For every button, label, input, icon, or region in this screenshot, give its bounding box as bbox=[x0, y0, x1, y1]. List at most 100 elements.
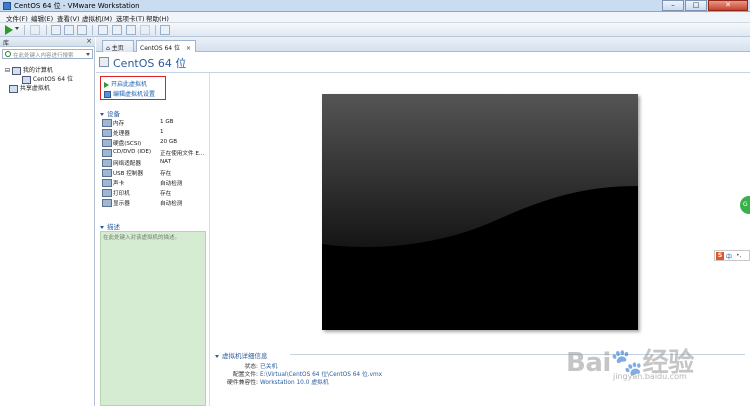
vm-screen-preview[interactable] bbox=[322, 94, 638, 330]
vm-icon bbox=[99, 57, 109, 67]
window-title: CentOS 64 位 - VMware Workstation bbox=[14, 2, 140, 10]
tree-label: CentOS 64 位 bbox=[32, 76, 73, 83]
watermark-url: jingyan.baidu.com bbox=[613, 372, 687, 381]
library-header: 库 × bbox=[0, 37, 95, 47]
device-name: 打印机 bbox=[113, 191, 130, 197]
normal-view-icon[interactable] bbox=[98, 25, 108, 35]
collapse-icon bbox=[100, 225, 104, 229]
device-value: 存在 bbox=[160, 191, 172, 197]
menu-bar: 文件(F) 编辑(E) 查看(V) 虚拟机(M) 选项卡(T) 帮助(H) bbox=[0, 12, 750, 23]
vm-info-section-header[interactable]: 虚拟机详细信息 bbox=[215, 350, 268, 360]
device-name: 硬盘(SCSI) bbox=[113, 141, 142, 147]
power-on-link[interactable]: 开启此虚拟机 bbox=[104, 79, 147, 88]
power-on-label: 开启此虚拟机 bbox=[111, 81, 148, 88]
processor-icon bbox=[102, 129, 112, 137]
device-row-usb[interactable]: USB 控制器 存在 bbox=[102, 168, 208, 178]
search-icon bbox=[5, 51, 11, 57]
device-row-processor[interactable]: 处理器 1 bbox=[102, 128, 208, 138]
vm-details-column: 开启此虚拟机 编辑虚拟机设置 设备 内存 1 GB 处理器 1 硬盘(SCSI)… bbox=[96, 73, 210, 406]
revert-icon[interactable] bbox=[51, 25, 61, 35]
device-row-harddisk[interactable]: 硬盘(SCSI) 20 GB bbox=[102, 138, 208, 148]
device-value: NAT bbox=[160, 159, 171, 165]
sound-card-icon bbox=[102, 179, 112, 187]
tree-item-shared-vms[interactable]: 共享虚拟机 bbox=[9, 83, 50, 93]
library-search-input[interactable]: 在此处键入内容进行搜索 bbox=[2, 49, 93, 59]
close-tab-icon[interactable]: × bbox=[186, 45, 191, 52]
manage-snapshots-icon[interactable] bbox=[77, 25, 87, 35]
console-view-icon[interactable] bbox=[112, 25, 122, 35]
tab-label: CentOS 64 位 bbox=[140, 45, 181, 52]
toolbar-separator bbox=[92, 25, 93, 35]
minimize-button[interactable]: – bbox=[662, 0, 684, 11]
shared-vm-icon bbox=[9, 84, 18, 93]
device-row-cdrom[interactable]: CD/DVD (IDE) 正在使用文件 E... bbox=[102, 148, 208, 158]
maximize-button[interactable]: □ bbox=[685, 0, 707, 11]
vm-title: CentOS 64 位 bbox=[113, 57, 187, 70]
harddisk-icon bbox=[102, 139, 112, 147]
collapse-icon bbox=[100, 112, 104, 116]
vm-info-row-compat: 硬件兼容性: Workstation 10.0 虚拟机 bbox=[200, 377, 329, 386]
device-row-sound[interactable]: 声卡 自动检测 bbox=[102, 178, 208, 188]
edit-settings-icon bbox=[104, 91, 111, 98]
device-row-display[interactable]: 显示器 自动检测 bbox=[102, 198, 208, 208]
play-icon[interactable] bbox=[4, 25, 14, 35]
computer-icon bbox=[11, 66, 21, 75]
unity-icon[interactable] bbox=[140, 25, 150, 35]
sogou-ime-icon: S bbox=[716, 252, 724, 260]
home-icon: ⌂ bbox=[106, 45, 110, 52]
ime-language-label[interactable]: 中 bbox=[726, 252, 732, 261]
search-dropdown-icon[interactable] bbox=[86, 53, 90, 56]
description-section-header[interactable]: 描述 bbox=[100, 221, 120, 231]
close-window-button[interactable]: ✕ bbox=[708, 0, 748, 11]
device-row-network[interactable]: 网络适配器 NAT bbox=[102, 158, 208, 168]
toolbar bbox=[0, 23, 750, 37]
close-library-button[interactable]: × bbox=[86, 37, 92, 45]
device-name: 声卡 bbox=[113, 181, 125, 187]
vm-heading: CentOS 64 位 bbox=[96, 52, 750, 72]
collapse-icon[interactable]: ⊟ bbox=[5, 67, 10, 74]
device-name: 处理器 bbox=[113, 131, 130, 137]
menu-view[interactable]: 查看(V) bbox=[57, 13, 80, 23]
search-placeholder: 在此处键入内容进行搜索 bbox=[13, 53, 74, 59]
edit-settings-link[interactable]: 编辑虚拟机设置 bbox=[104, 89, 155, 98]
info-key: 硬件兼容性: bbox=[227, 380, 258, 386]
ime-punctuation-icon[interactable]: •, bbox=[736, 252, 741, 259]
menu-file[interactable]: 文件(F) bbox=[6, 13, 28, 23]
description-placeholder: 在此处键入对该虚拟机的描述。 bbox=[103, 235, 181, 241]
devices-section-header[interactable]: 设备 bbox=[100, 108, 120, 118]
device-value: 存在 bbox=[160, 171, 172, 177]
device-value: 1 bbox=[160, 129, 164, 135]
library-panel: 库 × 在此处键入内容进行搜索 ⊟ 我的计算机 CentOS 64 位 共享虚拟… bbox=[0, 37, 95, 406]
snapshot-icon[interactable] bbox=[64, 25, 74, 35]
fullscreen-icon[interactable] bbox=[126, 25, 136, 35]
toolbar-separator bbox=[24, 25, 25, 35]
menu-tabs[interactable]: 选项卡(T) bbox=[116, 13, 145, 23]
description-title: 描述 bbox=[107, 223, 120, 231]
suspend-icon[interactable] bbox=[30, 25, 40, 35]
device-value: 自动检测 bbox=[160, 181, 183, 187]
device-name: 网络适配器 bbox=[113, 161, 141, 167]
library-icon[interactable] bbox=[160, 25, 170, 35]
tab-strip: ⌂ 主页 CentOS 64 位 × bbox=[96, 37, 750, 52]
collapse-icon bbox=[215, 354, 219, 358]
device-name: 内存 bbox=[113, 121, 125, 127]
power-dropdown-icon[interactable] bbox=[15, 27, 19, 30]
preview-thumbnail bbox=[322, 94, 638, 330]
toolbar-separator bbox=[155, 25, 156, 35]
device-name: 显示器 bbox=[113, 201, 130, 207]
tab-home[interactable]: ⌂ 主页 bbox=[102, 40, 134, 52]
floating-assistant-button[interactable]: G bbox=[740, 196, 750, 214]
ime-toolbar[interactable]: S 中 •, bbox=[714, 250, 750, 261]
device-row-printer[interactable]: 打印机 存在 bbox=[102, 188, 208, 198]
display-icon bbox=[102, 199, 112, 207]
device-row-memory[interactable]: 内存 1 GB bbox=[102, 118, 208, 128]
tab-centos[interactable]: CentOS 64 位 × bbox=[136, 40, 196, 52]
devices-title: 设备 bbox=[107, 110, 120, 118]
description-textarea[interactable]: 在此处键入对该虚拟机的描述。 bbox=[100, 231, 206, 406]
info-value: Workstation 10.0 虚拟机 bbox=[260, 380, 329, 386]
toolbar-separator bbox=[46, 25, 47, 35]
menu-vm[interactable]: 虚拟机(M) bbox=[82, 13, 112, 23]
menu-edit[interactable]: 编辑(E) bbox=[31, 13, 53, 23]
menu-help[interactable]: 帮助(H) bbox=[146, 13, 169, 23]
vm-info-title: 虚拟机详细信息 bbox=[222, 352, 268, 360]
